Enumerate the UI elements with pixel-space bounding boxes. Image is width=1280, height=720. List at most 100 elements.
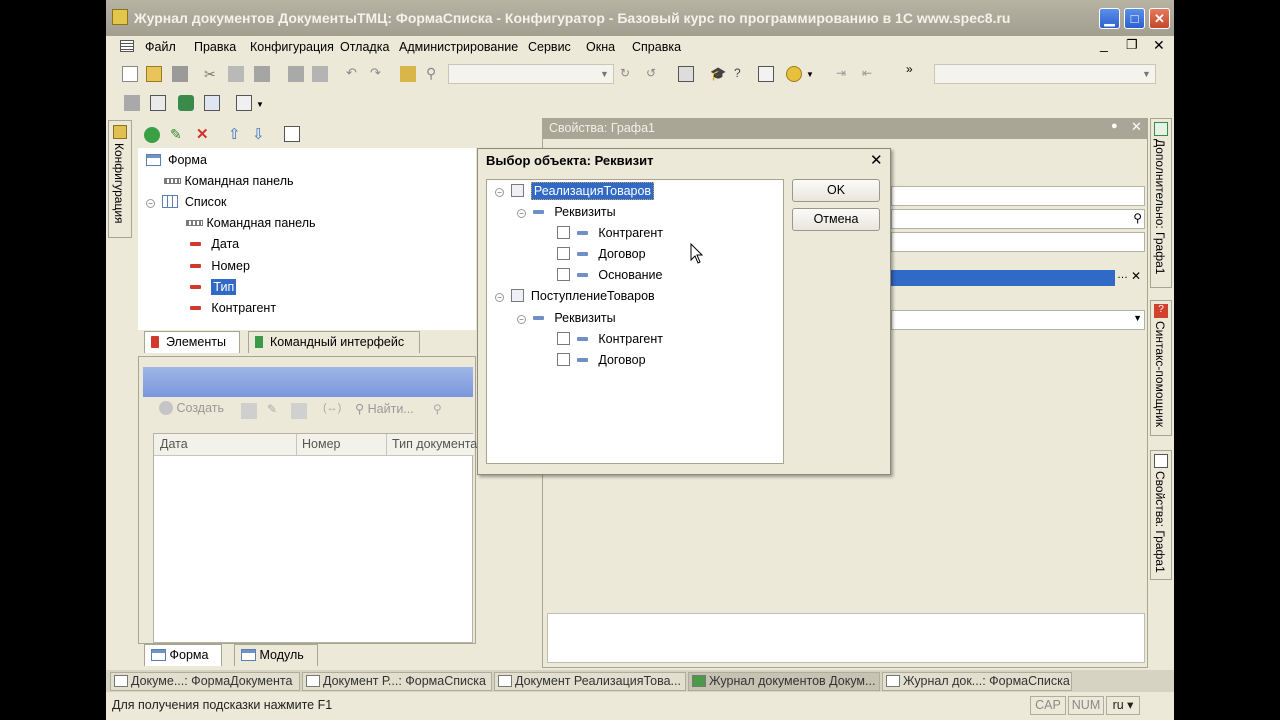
property-dropdown-icon[interactable]: ▼: [1133, 313, 1142, 323]
property-combo-field[interactable]: ▼: [891, 310, 1145, 330]
task-document-list[interactable]: Документ Р...: ФормаСписка: [302, 672, 492, 691]
checkbox[interactable]: [557, 247, 570, 260]
column-doc-type[interactable]: Тип документа: [392, 437, 477, 451]
menu-administration[interactable]: Администрирование: [399, 40, 518, 54]
collapse-icon[interactable]: −: [495, 293, 504, 302]
close-button[interactable]: ✕: [1149, 8, 1170, 29]
task-document-form[interactable]: Докуме...: ФормаДокумента: [110, 672, 300, 691]
find-next-icon[interactable]: ↻: [620, 66, 636, 82]
checkbox[interactable]: [557, 226, 570, 239]
tree-node-attributes[interactable]: − Реквизиты: [517, 203, 616, 221]
period-icon[interactable]: (↔): [323, 402, 341, 418]
find-button[interactable]: ⚲ Найти...: [355, 401, 414, 416]
pin-icon[interactable]: ●: [1111, 120, 1118, 132]
database-icon[interactable]: [178, 95, 194, 111]
book-icon[interactable]: [758, 66, 774, 82]
collapse-icon[interactable]: −: [517, 315, 526, 324]
tab-command-interface[interactable]: Командный интерфейс: [248, 331, 420, 353]
tree-node-attributes[interactable]: − Реквизиты: [517, 309, 616, 327]
minimize-button[interactable]: ▁: [1099, 8, 1120, 29]
menu-help[interactable]: Справка: [632, 40, 681, 54]
collapse-icon[interactable]: −: [517, 209, 526, 218]
search-icon[interactable]: ⚲: [426, 65, 442, 81]
undo-icon[interactable]: ↶: [346, 65, 362, 81]
properties-close-icon[interactable]: ✕: [1131, 119, 1142, 135]
move-down-icon[interactable]: ⇩: [252, 125, 268, 143]
find-in-files-icon[interactable]: [400, 66, 416, 82]
task-document-sales[interactable]: Документ РеализацияТова...: [494, 672, 686, 691]
tree-item-number[interactable]: Номер: [190, 257, 250, 275]
property-choose-icon[interactable]: …: [1117, 269, 1128, 281]
checkbox[interactable]: [557, 268, 570, 281]
tree-item-counterparty[interactable]: Контрагент: [190, 299, 276, 317]
copy-row-icon[interactable]: [241, 403, 257, 419]
mdi-restore-icon[interactable]: ❐: [1126, 37, 1138, 53]
run-dropdown-icon[interactable]: ▼: [256, 100, 272, 116]
tree-node-contract[interactable]: Договор: [557, 351, 646, 369]
edit-row-icon[interactable]: ✎: [267, 402, 283, 418]
property-clear-icon[interactable]: ✕: [1131, 269, 1141, 283]
delete-icon[interactable]: ✕: [196, 125, 212, 143]
print-icon[interactable]: [288, 66, 304, 82]
cancel-search-icon[interactable]: ⚲: [433, 402, 449, 418]
collapse-icon[interactable]: −: [146, 199, 155, 208]
language-indicator[interactable]: ru ▾: [1106, 696, 1140, 715]
tree-node-basis[interactable]: Основание: [557, 266, 663, 284]
menu-file[interactable]: Файл: [145, 40, 176, 54]
copy-icon[interactable]: [228, 66, 244, 82]
maximize-button[interactable]: □: [1124, 8, 1145, 29]
tree-item-command-panel[interactable]: Командная панель: [164, 172, 294, 190]
column-number[interactable]: Номер: [302, 437, 340, 451]
tree-node-counterparty[interactable]: Контрагент: [557, 224, 663, 242]
tree-item-date[interactable]: Дата: [190, 235, 239, 253]
toolbar-overflow-icon[interactable]: »: [906, 62, 922, 78]
menu-service[interactable]: Сервис: [528, 40, 571, 54]
redo-icon[interactable]: ↷: [370, 65, 386, 81]
edit-icon[interactable]: ✎: [170, 126, 186, 142]
info-dropdown-icon[interactable]: ▼: [806, 70, 822, 86]
ok-button[interactable]: OK: [792, 179, 880, 202]
save-icon[interactable]: [172, 66, 188, 82]
property-path-field[interactable]: ⚲: [891, 209, 1145, 229]
collapse-icon[interactable]: −: [495, 188, 504, 197]
task-journal-documents[interactable]: Журнал документов Докум...: [688, 672, 880, 691]
step-out-icon[interactable]: ⇤: [862, 66, 878, 82]
tree-item-list-command-panel[interactable]: Командная панель: [186, 214, 316, 232]
property-name-field[interactable]: [891, 186, 1145, 206]
mdi-close-icon[interactable]: ✕: [1153, 37, 1165, 54]
mdi-minimize-icon[interactable]: _: [1100, 36, 1108, 52]
menu-edit[interactable]: Правка: [194, 40, 236, 54]
property-title-field[interactable]: [891, 232, 1145, 252]
config-window-icon[interactable]: [124, 95, 140, 111]
config-side-tab[interactable]: Конфигурация: [108, 120, 132, 238]
open-config-icon[interactable]: [150, 95, 166, 111]
step-into-icon[interactable]: ⇥: [836, 66, 852, 82]
tree-node-contract[interactable]: Договор: [557, 245, 646, 263]
find-prev-icon[interactable]: ↺: [646, 66, 662, 82]
properties-icon[interactable]: [284, 126, 300, 142]
tree-node-sales[interactable]: − РеализацияТоваров: [495, 182, 655, 200]
tree-item-list[interactable]: − Список: [146, 193, 227, 211]
module-combo[interactable]: ▼: [934, 64, 1156, 84]
run-icon[interactable]: [236, 95, 252, 111]
tab-module[interactable]: Модуль: [234, 644, 318, 666]
info-icon[interactable]: [786, 66, 802, 82]
add-icon[interactable]: [144, 127, 160, 143]
tree-node-receipt[interactable]: − ПоступлениеТоваров: [495, 287, 655, 305]
windows-icon[interactable]: [678, 66, 694, 82]
tree-node-counterparty[interactable]: Контрагент: [557, 330, 663, 348]
task-journal-list-form[interactable]: Журнал док...: ФормаСписка: [882, 672, 1072, 691]
paste-icon[interactable]: [254, 66, 270, 82]
syntax-helper-icon[interactable]: ?: [734, 66, 750, 82]
menu-configuration[interactable]: Конфигурация: [250, 40, 334, 54]
tab-form[interactable]: Форма: [144, 644, 222, 666]
create-button[interactable]: Создать: [159, 401, 224, 415]
cancel-button[interactable]: Отмена: [792, 208, 880, 231]
syntax-helper-side-tab[interactable]: ? Синтакс-помощник: [1150, 300, 1172, 436]
tab-elements[interactable]: Элементы: [144, 331, 240, 353]
tree-item-type[interactable]: Тип: [190, 278, 237, 296]
move-up-icon[interactable]: ⇧: [228, 125, 244, 143]
title-bar[interactable]: Журнал документов ДокументыТМЦ: ФормаСпи…: [106, 0, 1174, 36]
dialog-close-button[interactable]: ✕: [870, 151, 883, 169]
wizard-icon[interactable]: 🎓: [710, 66, 726, 82]
